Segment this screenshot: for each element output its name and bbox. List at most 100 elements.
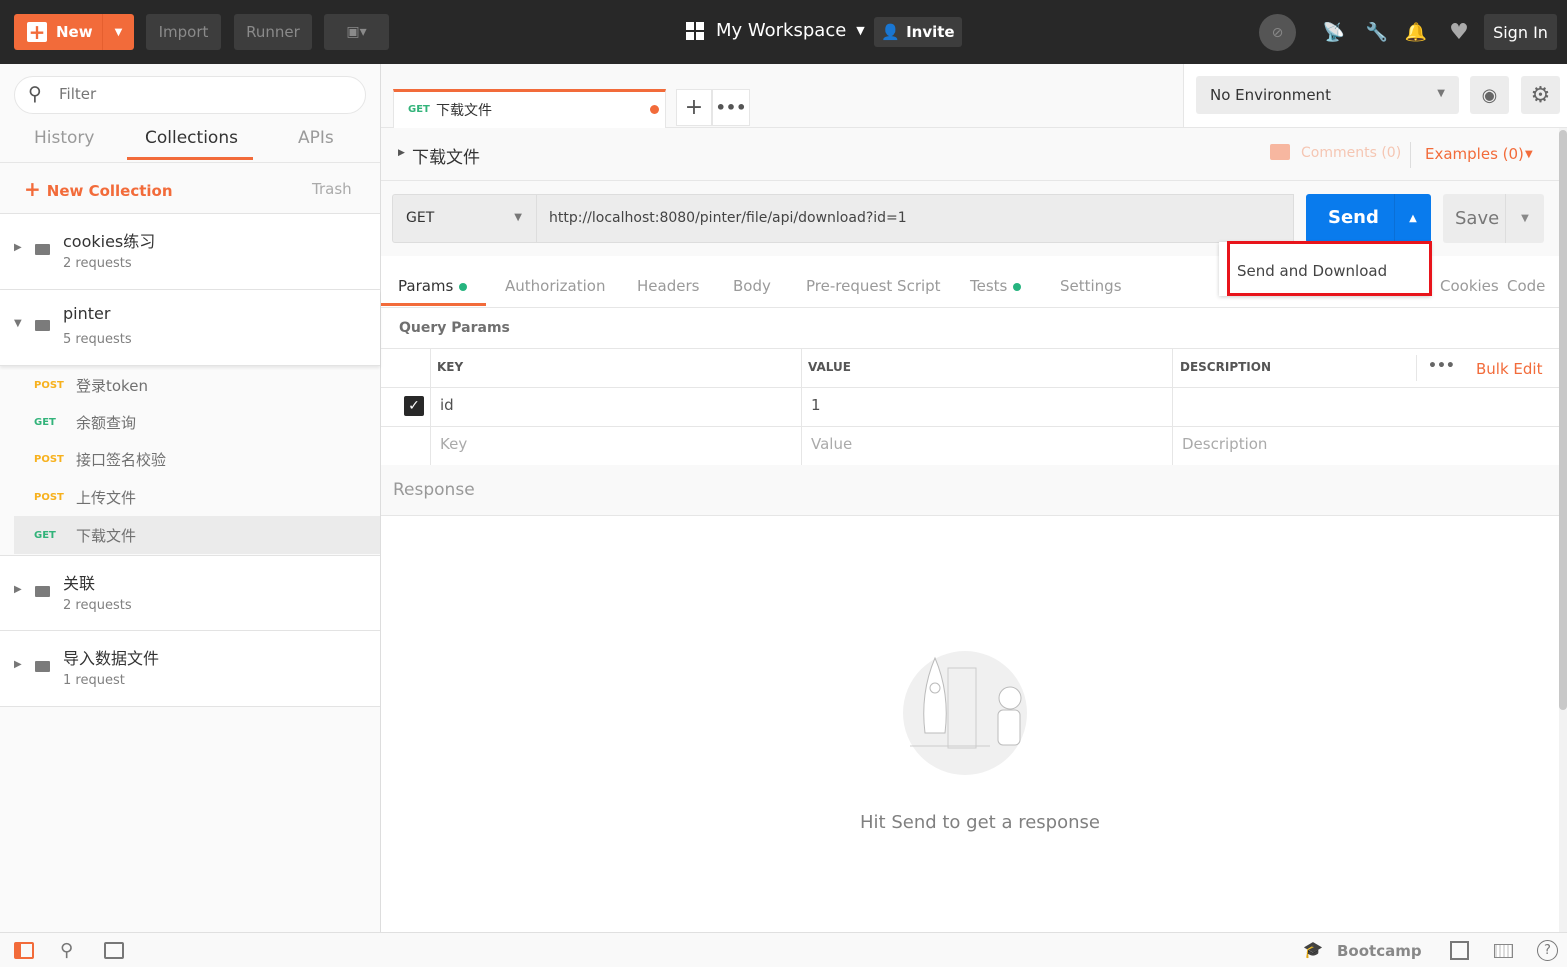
- tab-history[interactable]: History: [34, 128, 94, 148]
- method-badge: POST: [34, 379, 64, 391]
- trash-button[interactable]: Trash: [312, 180, 352, 198]
- collection-name: cookies练习: [63, 232, 156, 251]
- scrollbar[interactable]: [1559, 128, 1567, 932]
- eye-icon[interactable]: ◉: [1470, 76, 1509, 114]
- query-params-title: Query Params: [399, 320, 510, 336]
- method-badge: POST: [34, 491, 64, 503]
- chevron-up-icon[interactable]: ▲: [1394, 194, 1431, 243]
- param-value[interactable]: 1: [811, 396, 821, 414]
- tab-collections[interactable]: Collections: [145, 128, 238, 148]
- row-checkbox[interactable]: ✓: [404, 396, 424, 416]
- add-user-icon: 👤: [881, 23, 901, 41]
- filter-input[interactable]: ⚲: [14, 76, 366, 114]
- search-icon[interactable]: ⚲: [60, 940, 73, 961]
- environment-name: No Environment: [1210, 86, 1331, 104]
- bootcamp-link[interactable]: Bootcamp: [1337, 942, 1422, 960]
- value-input[interactable]: Value: [811, 435, 852, 453]
- bulk-edit-link[interactable]: Bulk Edit: [1476, 360, 1542, 378]
- gear-icon[interactable]: ⚙: [1521, 76, 1560, 114]
- examples-link[interactable]: Examples (0): [1425, 145, 1524, 163]
- cookies-link[interactable]: Cookies: [1440, 277, 1499, 295]
- tab-name: 下载文件: [436, 103, 492, 119]
- description-input[interactable]: Description: [1182, 435, 1267, 453]
- tab-method: GET: [408, 104, 430, 115]
- request-item-selected[interactable]: GET 下载文件: [14, 516, 380, 554]
- caret-right-icon[interactable]: ▶: [14, 659, 22, 670]
- tab-headers[interactable]: Headers: [637, 277, 699, 295]
- plus-icon: +: [27, 20, 47, 44]
- method-badge: GET: [34, 529, 56, 541]
- key-input[interactable]: Key: [440, 435, 467, 453]
- help-icon[interactable]: ?: [1537, 940, 1558, 961]
- code-link[interactable]: Code: [1507, 277, 1545, 295]
- method-select[interactable]: GET ▼: [392, 194, 537, 243]
- send-button[interactable]: Send ▲: [1306, 194, 1431, 243]
- request-item[interactable]: POST 上传文件: [14, 479, 380, 515]
- add-tab-button[interactable]: +: [676, 89, 712, 126]
- two-pane-view-icon[interactable]: [1450, 941, 1469, 960]
- tab-params[interactable]: Params: [398, 277, 468, 295]
- heart-icon[interactable]: ♥: [1446, 20, 1472, 45]
- request-name: 下载文件: [76, 526, 137, 545]
- wrench-icon[interactable]: 🔧: [1365, 20, 1389, 44]
- collection-name: 导入数据文件: [63, 649, 160, 668]
- url-input[interactable]: http://localhost:8080/pinter/file/api/do…: [537, 194, 1294, 243]
- filter-field[interactable]: [59, 85, 339, 103]
- collection-item[interactable]: ▶ 导入数据文件 1 request: [0, 631, 380, 707]
- chevron-down-icon[interactable]: ▼: [102, 14, 134, 50]
- workspace-switcher[interactable]: My Workspace ▼: [686, 20, 865, 41]
- save-button[interactable]: Save ▼: [1443, 194, 1544, 243]
- import-button[interactable]: Import: [146, 14, 221, 50]
- tab-tests[interactable]: Tests: [970, 277, 1022, 295]
- toggle-sidebar-icon[interactable]: [14, 942, 34, 959]
- tab-apis[interactable]: APIs: [298, 128, 334, 148]
- chevron-down-icon[interactable]: ▼: [1525, 149, 1533, 160]
- invite-button[interactable]: 👤 Invite: [874, 17, 962, 47]
- request-item[interactable]: GET 余额查询: [14, 404, 380, 440]
- collection-item[interactable]: ▶ cookies练习 2 requests: [0, 214, 380, 290]
- param-key[interactable]: id: [440, 396, 454, 414]
- sign-in-button[interactable]: Sign In: [1484, 14, 1557, 50]
- collection-item[interactable]: ▶ 关联 2 requests: [0, 555, 380, 631]
- collection-count: 2 requests: [63, 598, 132, 613]
- new-button[interactable]: + New ▼: [14, 14, 134, 50]
- request-name: 余额查询: [76, 413, 137, 432]
- url-value: http://localhost:8080/pinter/file/api/do…: [549, 210, 907, 226]
- request-tab[interactable]: GET 下载文件: [393, 89, 666, 128]
- keyboard-shortcuts-icon[interactable]: [1494, 944, 1513, 958]
- caret-right-icon[interactable]: ▶: [398, 148, 405, 158]
- tab-body[interactable]: Body: [733, 277, 771, 295]
- runner-button[interactable]: Runner: [234, 14, 312, 50]
- unsaved-dot-icon[interactable]: [650, 105, 659, 114]
- bootcamp-icon[interactable]: 🎓: [1303, 940, 1323, 959]
- tab-pre-request-script[interactable]: Pre-request Script: [806, 277, 941, 295]
- send-and-download-item[interactable]: Send and Download: [1237, 262, 1387, 280]
- more-options-icon[interactable]: •••: [1428, 358, 1455, 374]
- comment-icon[interactable]: [1270, 144, 1290, 160]
- tab-authorization[interactable]: Authorization: [505, 277, 605, 295]
- chevron-down-icon[interactable]: ▼: [1505, 194, 1544, 243]
- console-icon[interactable]: [104, 942, 124, 959]
- request-item[interactable]: POST 登录token: [14, 367, 380, 403]
- new-collection-button[interactable]: + New Collection: [24, 177, 173, 201]
- collection-item[interactable]: ▼ pinter 5 requests: [0, 290, 380, 366]
- caret-right-icon[interactable]: ▶: [14, 584, 22, 595]
- caret-down-icon[interactable]: ▼: [14, 318, 22, 329]
- more-tabs-icon[interactable]: •••: [712, 89, 750, 126]
- collection-count: 5 requests: [63, 332, 132, 347]
- status-bar: [0, 932, 1567, 967]
- request-name: 上传文件: [76, 488, 137, 507]
- request-item[interactable]: POST 接口签名校验: [14, 441, 380, 477]
- chevron-down-icon: ▼: [856, 24, 865, 37]
- caret-right-icon[interactable]: ▶: [14, 242, 22, 253]
- bell-icon[interactable]: 🔔: [1404, 20, 1428, 44]
- tab-settings[interactable]: Settings: [1060, 277, 1122, 295]
- sync-off-icon[interactable]: ⊘: [1259, 14, 1296, 51]
- new-window-button[interactable]: ▣▾: [324, 14, 389, 50]
- environment-select[interactable]: No Environment ▼: [1196, 76, 1459, 114]
- new-collection-label: New Collection: [46, 182, 173, 200]
- request-title[interactable]: 下载文件: [412, 143, 480, 168]
- comments-link[interactable]: Comments (0): [1301, 145, 1401, 161]
- chevron-down-icon: ▼: [514, 212, 522, 223]
- satellite-icon[interactable]: 📡: [1322, 20, 1346, 44]
